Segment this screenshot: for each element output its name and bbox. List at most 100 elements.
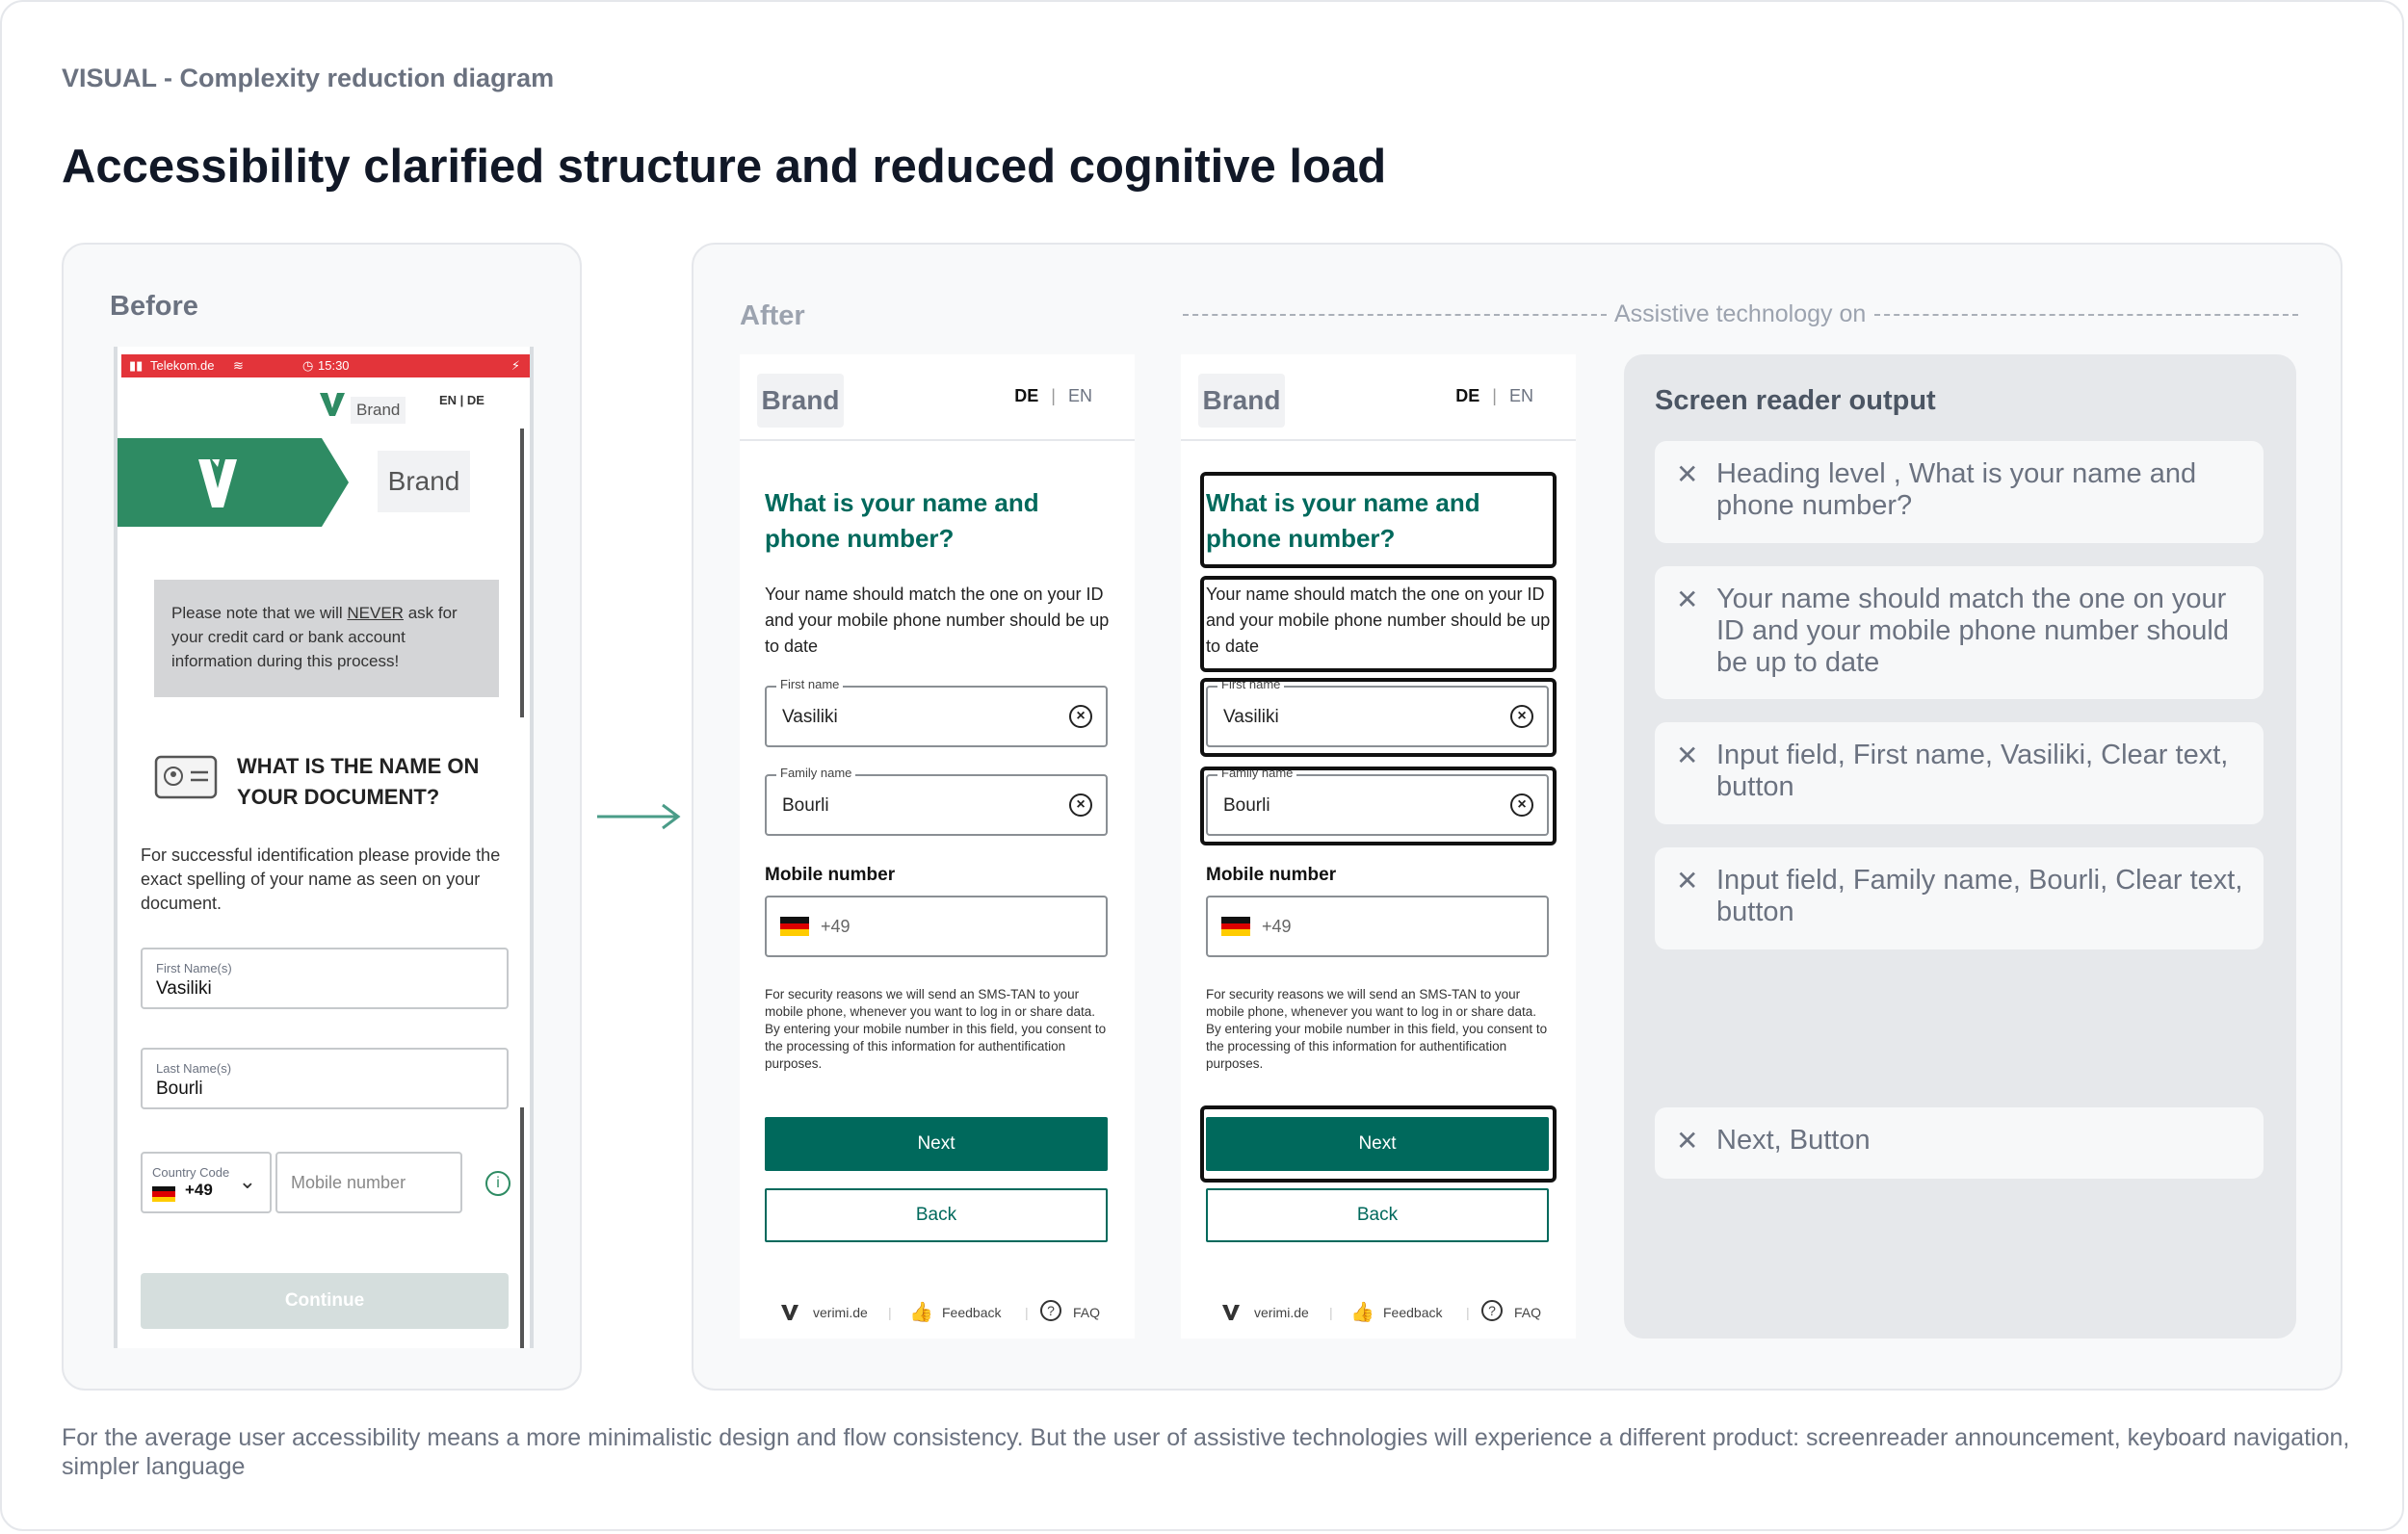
app-header: Brand DE | EN	[740, 354, 1135, 441]
screen-reader-title: Screen reader output	[1655, 385, 1936, 416]
small-logo-icon	[318, 389, 347, 418]
footer-divider: |	[1329, 1305, 1333, 1320]
brand-logo: Brand	[1198, 374, 1285, 428]
focus-outline-next	[1200, 1105, 1557, 1183]
country-code-select[interactable]: Country Code +49 ⌄	[141, 1152, 272, 1213]
mobile-number-placeholder: Mobile number	[291, 1173, 406, 1192]
question-description: Your name should match the one on your I…	[765, 585, 1110, 656]
phone-code: +49	[1262, 917, 1292, 936]
first-name-label: First name	[776, 677, 844, 691]
close-icon[interactable]: ✕	[1676, 865, 1698, 897]
focus-outline-family-name	[1200, 767, 1557, 845]
feedback-link[interactable]: Feedback	[1383, 1305, 1442, 1320]
clear-text-icon[interactable]: ×	[1069, 705, 1092, 728]
feedback-link[interactable]: Feedback	[942, 1305, 1001, 1320]
lang-de[interactable]: DE	[1014, 386, 1038, 405]
screen-reader-item: ✕ Your name should match the one on your…	[1655, 566, 2264, 699]
brand-small: Brand	[351, 397, 406, 424]
transition-arrow-icon	[595, 799, 682, 834]
verimi-logo-icon	[1221, 1302, 1241, 1324]
close-icon[interactable]: ✕	[1676, 1125, 1698, 1157]
phone-code: +49	[821, 917, 851, 936]
info-icon[interactable]: i	[485, 1171, 510, 1196]
german-flag-icon	[152, 1186, 175, 1202]
screen-reader-item: ✕ Heading level , What is your name and …	[1655, 441, 2264, 543]
lang-separator: |	[1051, 386, 1056, 405]
thumbs-up-icon: 👍	[909, 1302, 933, 1323]
footer-divider: |	[1466, 1305, 1470, 1320]
footer-divider: |	[888, 1305, 892, 1320]
faq-link[interactable]: FAQ	[1514, 1305, 1541, 1320]
country-code-label: Country Code	[152, 1165, 230, 1180]
after-screen-focus: Brand DE | EN What is your name and phon…	[1181, 354, 1576, 1339]
scrollbar[interactable]	[520, 429, 524, 717]
last-names-value: Bourli	[156, 1079, 203, 1099]
screen-reader-text: Your name should match the one on your I…	[1716, 584, 2229, 678]
notice-pre: Please note that we will	[171, 604, 348, 622]
continue-button[interactable]: Continue	[141, 1273, 509, 1329]
mobile-number-input[interactable]: +49	[1206, 896, 1549, 957]
after-label: After	[740, 300, 805, 331]
focus-outline-description	[1200, 576, 1557, 672]
verimi-link[interactable]: verimi.de	[813, 1305, 868, 1320]
first-names-label: First Name(s)	[156, 961, 232, 975]
id-card-icon	[154, 755, 218, 799]
thumbs-up-icon: 👍	[1350, 1302, 1374, 1323]
clock-icon: ◷	[302, 358, 314, 373]
family-name-input[interactable]: Family name Bourli ×	[765, 766, 1108, 836]
help-icon: ?	[1481, 1300, 1503, 1321]
footer-divider: |	[1025, 1305, 1029, 1320]
sms-tan-note: For security reasons we will send an SMS…	[1206, 987, 1548, 1071]
clear-text-icon[interactable]: ×	[1069, 793, 1092, 817]
lang-en[interactable]: EN	[1509, 386, 1533, 405]
mobile-number-label: Mobile number	[765, 865, 896, 885]
screen-reader-item: ✕ Next, Button	[1655, 1107, 2264, 1179]
last-names-label: Last Name(s)	[156, 1061, 232, 1076]
first-name-input[interactable]: First name Vasiliki ×	[765, 677, 1108, 747]
security-notice: Please note that we will NEVER ask for y…	[154, 580, 499, 697]
screen-reader-item: ✕ Input field, First name, Vasiliki, Cle…	[1655, 722, 2264, 824]
lang-en[interactable]: EN	[1068, 386, 1092, 405]
german-flag-icon	[1221, 917, 1250, 936]
screen-reader-panel: Screen reader output ✕ Heading level , W…	[1624, 354, 2296, 1339]
screen-reader-text: Input field, Family name, Bourli, Clear …	[1716, 865, 2243, 927]
family-name-value: Bourli	[782, 795, 829, 816]
mobile-number-input[interactable]: Mobile number	[275, 1152, 462, 1213]
screen-reader-item: ✕ Input field, Family name, Bourli, Clea…	[1655, 847, 2264, 949]
assistive-technology-label: Assistive technology on	[1614, 300, 1867, 327]
language-switch: DE | EN	[1014, 386, 1092, 406]
country-code-value: +49	[185, 1181, 213, 1199]
close-icon[interactable]: ✕	[1676, 740, 1698, 771]
back-button[interactable]: Back	[765, 1188, 1108, 1242]
battery-icon: ⚡	[510, 358, 520, 373]
lang-de[interactable]: DE	[1455, 386, 1479, 405]
notice-emphasis: NEVER	[347, 604, 404, 622]
lang-separator: |	[1492, 386, 1497, 405]
scrollbar-lower[interactable]	[520, 1107, 524, 1348]
assistive-divider-left	[1183, 314, 1607, 316]
question-heading: What is your name and phone number?	[765, 488, 1039, 553]
language-switch[interactable]: EN | DE	[439, 393, 484, 407]
page-title: Accessibility clarified structure and re…	[62, 141, 1387, 193]
close-icon[interactable]: ✕	[1676, 458, 1698, 490]
faq-link[interactable]: FAQ	[1073, 1305, 1100, 1320]
brand-banner-logo	[118, 438, 349, 527]
chevron-down-icon: ⌄	[238, 1169, 256, 1193]
carrier-label: Telekom.de	[150, 358, 215, 373]
sms-tan-note: For security reasons we will send an SMS…	[765, 987, 1107, 1071]
mobile-number-input[interactable]: +49	[765, 896, 1108, 957]
first-names-input[interactable]: First Name(s) Vasiliki	[141, 948, 509, 1009]
focus-outline-heading	[1200, 472, 1557, 568]
back-button[interactable]: Back	[1206, 1188, 1549, 1242]
document-description: For successful identification please pro…	[141, 845, 501, 913]
verimi-link[interactable]: verimi.de	[1254, 1305, 1309, 1320]
status-time: 15:30	[318, 358, 350, 373]
last-names-input[interactable]: Last Name(s) Bourli	[141, 1048, 509, 1109]
close-icon[interactable]: ✕	[1676, 584, 1698, 615]
verimi-logo-icon	[780, 1302, 799, 1324]
assistive-divider-right	[1874, 314, 2298, 316]
next-button[interactable]: Next	[765, 1117, 1108, 1171]
screen-reader-text: Heading level , What is your name and ph…	[1716, 458, 2197, 521]
help-icon: ?	[1040, 1300, 1061, 1321]
screen-reader-text: Input field, First name, Vasiliki, Clear…	[1716, 740, 2229, 802]
